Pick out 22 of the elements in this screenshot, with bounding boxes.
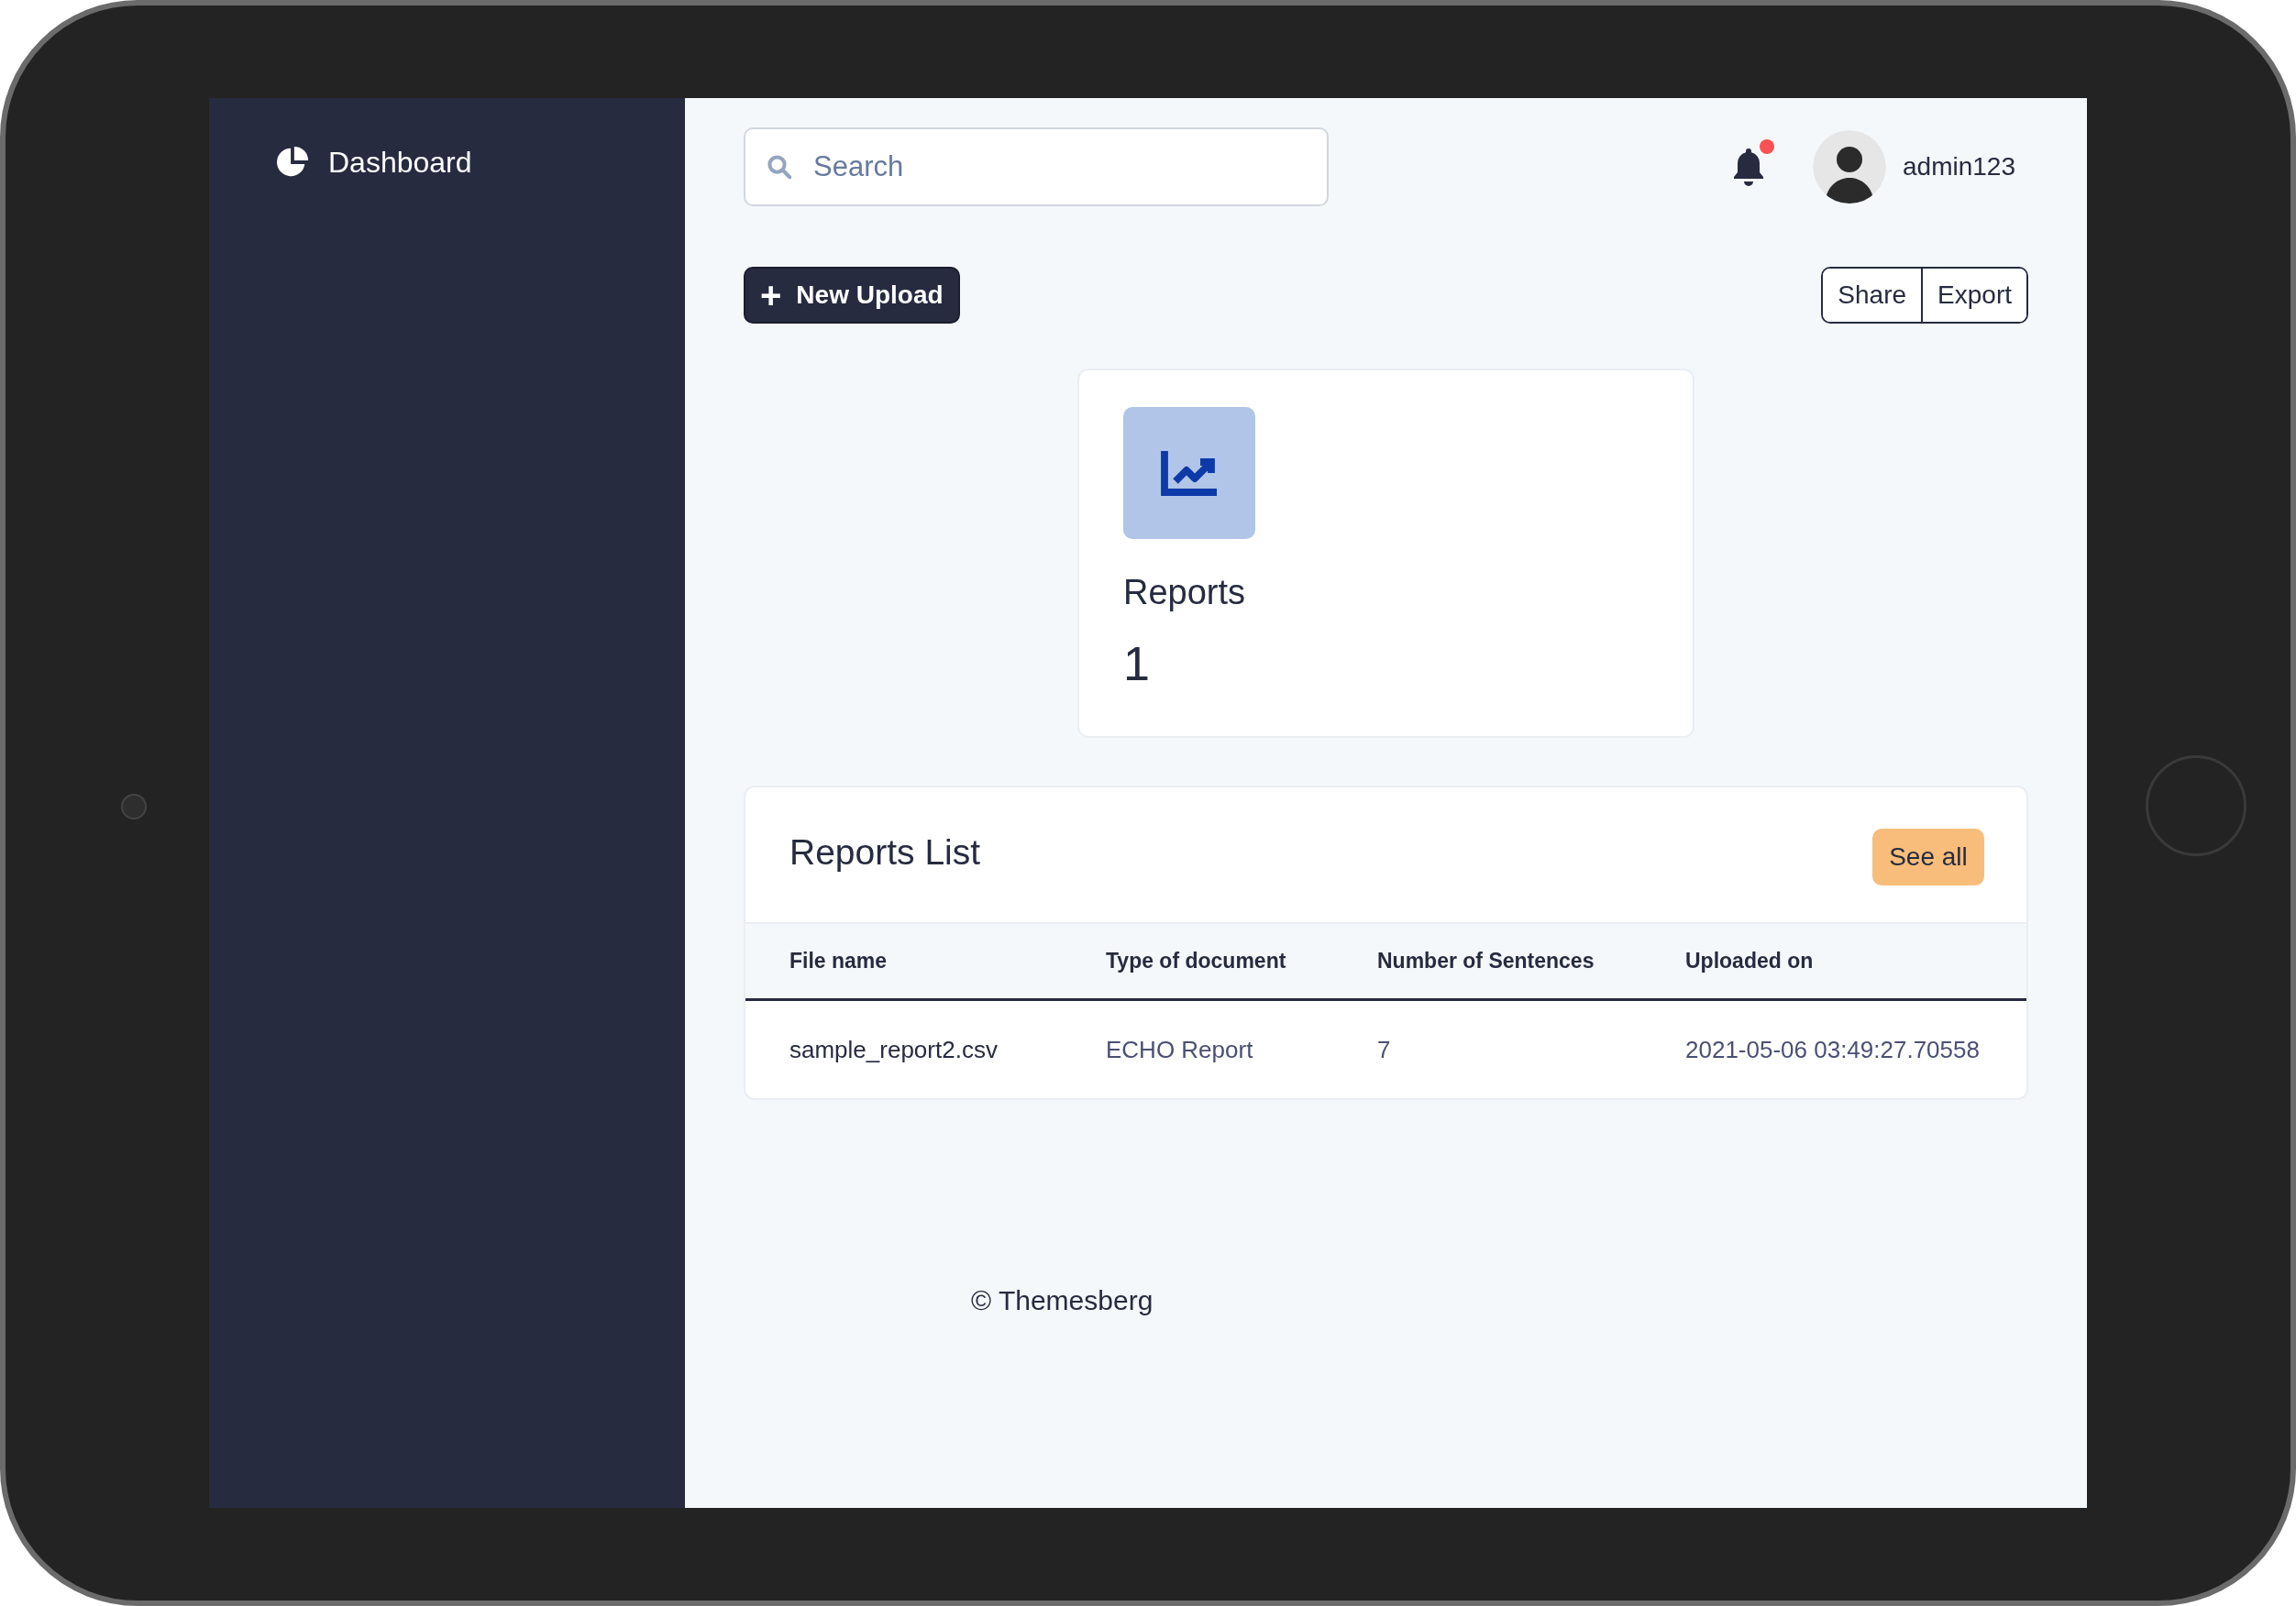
- table-cell: ECHO Report: [1106, 1035, 1253, 1063]
- new-upload-button[interactable]: + New Upload: [744, 267, 960, 324]
- table-cell: 2021-05-06 03:49:27.70558: [1685, 1035, 1980, 1063]
- user-name[interactable]: admin123: [1903, 148, 2015, 186]
- column-header: Number of Sentences: [1377, 949, 1595, 974]
- column-header: File name: [789, 949, 888, 974]
- brand-link[interactable]: Dashboard: [328, 140, 472, 184]
- see-all-button[interactable]: See all: [1872, 829, 1984, 886]
- camera-icon: [121, 794, 147, 820]
- table-cell: 7: [1377, 1035, 1391, 1063]
- stat-label: Reports: [1123, 572, 1246, 613]
- line-chart-icon: [1159, 448, 1220, 498]
- share-button[interactable]: Share: [1823, 269, 1922, 322]
- column-header: Type of document: [1106, 949, 1286, 974]
- column-header: Uploaded on: [1685, 949, 1814, 974]
- export-button[interactable]: Export: [1921, 269, 2026, 322]
- search-icon: [766, 153, 793, 181]
- footer-text: © Themesberg: [971, 1285, 1154, 1315]
- stat-value: 1: [1123, 636, 1150, 692]
- card-title: Reports List: [789, 831, 981, 874]
- search-field[interactable]: Search: [744, 127, 1329, 206]
- table-cell: sample_report2.csv: [789, 1035, 998, 1063]
